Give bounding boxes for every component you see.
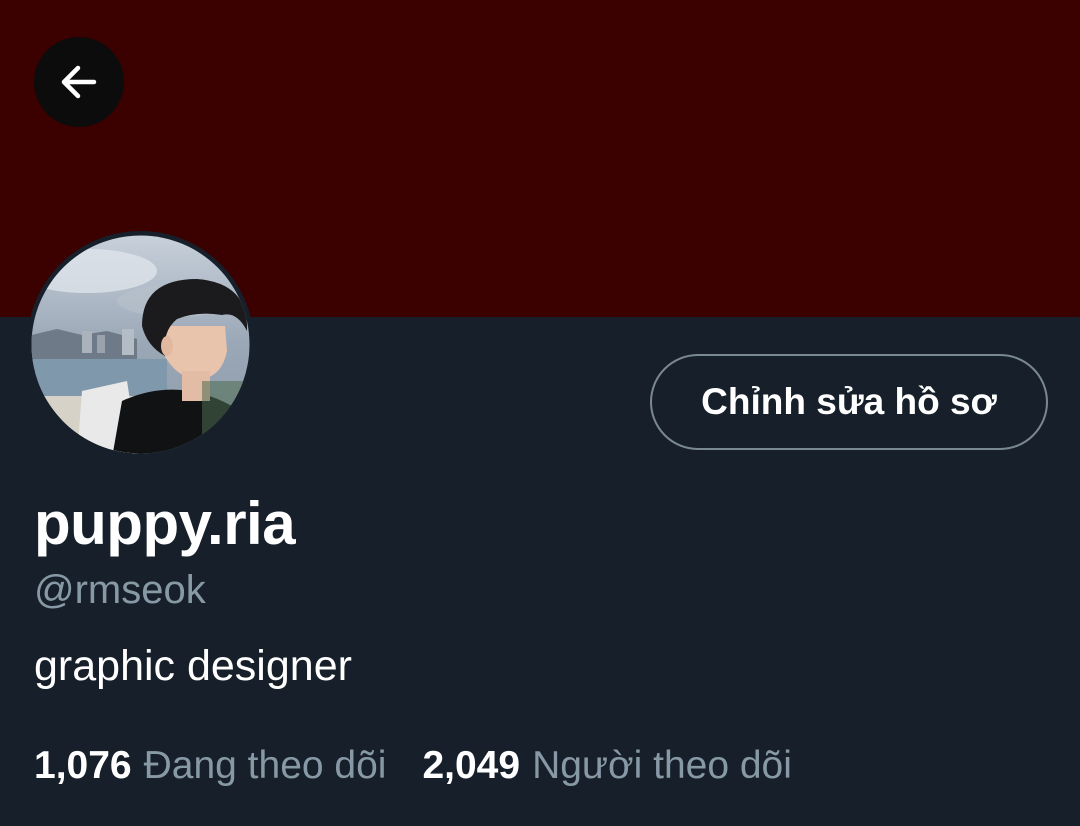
display-name: puppy.ria	[34, 490, 296, 557]
follow-stats: 1,076 Đang theo dõi 2,049 Người theo dõi	[34, 742, 792, 790]
followers-link[interactable]: 2,049 Người theo dõi	[422, 742, 791, 790]
profile-screen: Chỉnh sửa hồ sơ puppy.ria @rmseok graphi…	[0, 0, 1080, 826]
avatar[interactable]	[27, 231, 254, 458]
followers-label: Người theo dõi	[532, 744, 792, 787]
arrow-left-icon	[61, 65, 97, 99]
edit-profile-button[interactable]: Chỉnh sửa hồ sơ	[650, 354, 1048, 450]
following-link[interactable]: 1,076 Đang theo dõi	[34, 742, 386, 790]
following-label: Đang theo dõi	[143, 744, 387, 787]
profile-bio: graphic designer	[34, 642, 352, 690]
following-count: 1,076	[34, 744, 132, 787]
profile-photo	[27, 231, 254, 458]
followers-count: 2,049	[422, 744, 521, 787]
user-handle: @rmseok	[34, 568, 206, 612]
back-button[interactable]	[34, 37, 124, 127]
